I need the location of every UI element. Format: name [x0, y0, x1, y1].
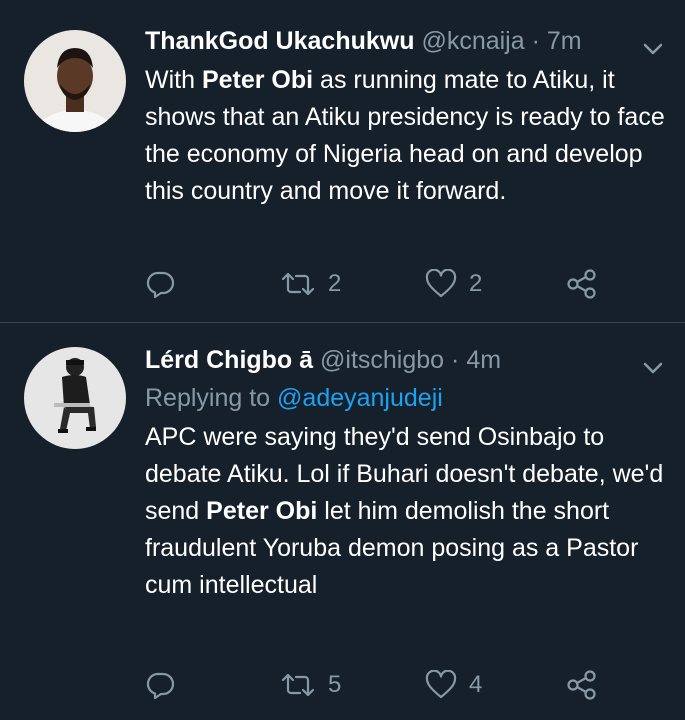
author-name[interactable]: Lérd Chigbo ā	[145, 346, 313, 374]
retweet-count: 2	[328, 270, 342, 297]
share-icon	[566, 268, 598, 300]
mention-bold: Peter Obi	[201, 66, 314, 94]
avatar[interactable]	[24, 30, 126, 132]
reply-button[interactable]	[145, 266, 175, 302]
like-button[interactable]: 4	[425, 667, 482, 703]
retweet-button[interactable]: 5	[280, 667, 341, 703]
tweet-header: Lérd Chigbo ā @itschigbo · 4m	[145, 343, 665, 377]
timestamp[interactable]: 7m	[547, 27, 582, 55]
retweet-count: 5	[328, 671, 342, 698]
avatar[interactable]	[24, 347, 126, 449]
tweet-actions: 5 4	[145, 667, 605, 703]
like-icon	[425, 269, 457, 299]
retweet-icon	[280, 269, 316, 299]
like-count: 4	[469, 671, 483, 698]
tweet-text-start: With	[145, 66, 202, 94]
replying-to-link[interactable]: @adeyanjudeji	[277, 384, 443, 412]
separator: ·	[531, 27, 540, 55]
chevron-down-icon[interactable]	[641, 34, 665, 55]
author-name[interactable]: ThankGod Ukachukwu	[145, 27, 414, 55]
tweet[interactable]: ThankGod Ukachukwu @kcnaija · 7m With Pe…	[0, 0, 685, 323]
replying-to: Replying to @adeyanjudeji	[145, 381, 665, 415]
retweet-icon	[280, 670, 316, 700]
share-icon	[566, 669, 598, 701]
chevron-down-icon[interactable]	[641, 353, 665, 374]
tweet[interactable]: Lérd Chigbo ā @itschigbo · 4m Replying t…	[0, 323, 685, 720]
share-button[interactable]	[566, 266, 598, 302]
tweet-text: With Peter Obi as running mate to Atiku,…	[145, 62, 665, 210]
replying-label: Replying to	[145, 384, 271, 412]
like-button[interactable]: 2	[425, 266, 482, 302]
mention-bold: Peter Obi	[206, 497, 318, 525]
author-handle[interactable]: @itschigbo	[320, 346, 444, 374]
author-handle[interactable]: @kcnaija	[421, 27, 524, 55]
reply-icon	[145, 670, 175, 700]
retweet-button[interactable]: 2	[280, 266, 341, 302]
reply-button[interactable]	[145, 667, 175, 703]
like-count: 2	[469, 270, 483, 297]
reply-icon	[145, 269, 175, 299]
separator: ·	[451, 346, 460, 374]
timestamp[interactable]: 4m	[466, 346, 501, 374]
like-icon	[425, 670, 457, 700]
tweet-header: ThankGod Ukachukwu @kcnaija · 7m	[145, 24, 665, 58]
share-button[interactable]	[566, 667, 598, 703]
tweet-actions: 2 2	[145, 266, 605, 302]
tweet-text: APC were saying they'd send Osinbajo to …	[145, 419, 665, 604]
